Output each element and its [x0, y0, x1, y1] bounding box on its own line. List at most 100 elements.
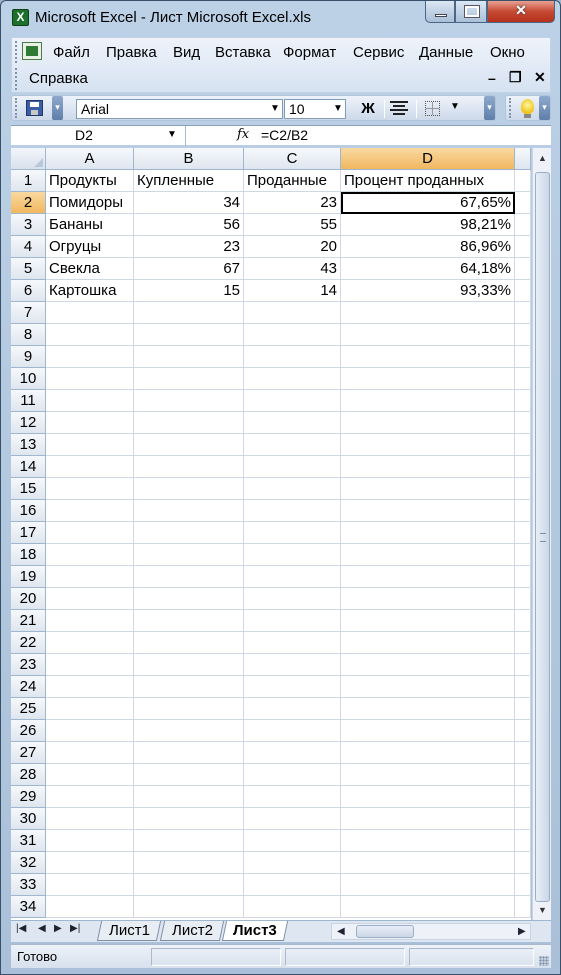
cell-d22[interactable] [341, 632, 515, 654]
row-header-6[interactable]: 6 [11, 280, 46, 302]
cell-d27[interactable] [341, 742, 515, 764]
cell-b17[interactable] [134, 522, 244, 544]
cell-d33[interactable] [341, 874, 515, 896]
row-header-20[interactable]: 20 [11, 588, 46, 610]
row-header-24[interactable]: 24 [11, 676, 46, 698]
cell-e19[interactable] [515, 566, 531, 588]
cell-a1[interactable]: Продукты [46, 170, 134, 192]
worksheet-grid[interactable]: A B C D 1 Продукты Купленные Проданные Процент п… [11, 148, 531, 920]
cell-a12[interactable] [46, 412, 134, 434]
cell-b1[interactable]: Купленные [134, 170, 244, 192]
row-header-26[interactable]: 26 [11, 720, 46, 742]
cell-e11[interactable] [515, 390, 531, 412]
cell-d31[interactable] [341, 830, 515, 852]
cell-c20[interactable] [244, 588, 341, 610]
row-header-27[interactable]: 27 [11, 742, 46, 764]
cell-c27[interactable] [244, 742, 341, 764]
cell-e26[interactable] [515, 720, 531, 742]
cell-e23[interactable] [515, 654, 531, 676]
cell-b23[interactable] [134, 654, 244, 676]
cell-a15[interactable] [46, 478, 134, 500]
menu-edit[interactable]: Правка [106, 44, 157, 61]
cell-e10[interactable] [515, 368, 531, 390]
row-header-31[interactable]: 31 [11, 830, 46, 852]
cell-c9[interactable] [244, 346, 341, 368]
scroll-left-icon[interactable]: ◀ [337, 926, 345, 937]
cell-a9[interactable] [46, 346, 134, 368]
cell-e4[interactable] [515, 236, 531, 258]
cell-c34[interactable] [244, 896, 341, 918]
lightbulb-icon[interactable] [521, 99, 534, 118]
menu-file[interactable]: Файл [53, 44, 90, 61]
cell-a18[interactable] [46, 544, 134, 566]
chevron-down-icon[interactable]: ▼ [167, 129, 177, 140]
cell-e29[interactable] [515, 786, 531, 808]
cell-d32[interactable] [341, 852, 515, 874]
name-box[interactable]: D2 ▼ [11, 126, 186, 146]
cell-b16[interactable] [134, 500, 244, 522]
row-header-25[interactable]: 25 [11, 698, 46, 720]
cell-c28[interactable] [244, 764, 341, 786]
cell-e6[interactable] [515, 280, 531, 302]
cell-d8[interactable] [341, 324, 515, 346]
cell-b29[interactable] [134, 786, 244, 808]
column-header-c[interactable]: C [244, 148, 341, 170]
chevron-down-icon[interactable]: ▼ [331, 100, 345, 118]
cell-b24[interactable] [134, 676, 244, 698]
cell-a24[interactable] [46, 676, 134, 698]
menu-data[interactable]: Данные [419, 44, 473, 61]
column-header-e[interactable] [515, 148, 531, 170]
menu-grip[interactable] [15, 41, 18, 63]
borders-icon[interactable] [425, 101, 440, 116]
cell-b15[interactable] [134, 478, 244, 500]
row-header-15[interactable]: 15 [11, 478, 46, 500]
row-header-1[interactable]: 1 [11, 170, 46, 192]
scroll-up-icon[interactable]: ▲ [534, 150, 551, 166]
row-header-16[interactable]: 16 [11, 500, 46, 522]
prev-sheet-icon[interactable]: ◀ [38, 923, 46, 934]
workbook-restore-button[interactable]: ❐ [509, 69, 522, 86]
cell-e34[interactable] [515, 896, 531, 918]
row-header-32[interactable]: 32 [11, 852, 46, 874]
cell-c30[interactable] [244, 808, 341, 830]
cell-a32[interactable] [46, 852, 134, 874]
font-size-combo[interactable]: 10 ▼ [284, 99, 346, 119]
row-header-10[interactable]: 10 [11, 368, 46, 390]
cell-e8[interactable] [515, 324, 531, 346]
row-header-19[interactable]: 19 [11, 566, 46, 588]
horizontal-scroll-thumb[interactable] [356, 925, 414, 938]
scroll-right-icon[interactable]: ▶ [518, 926, 526, 937]
cell-b13[interactable] [134, 434, 244, 456]
cell-d2[interactable]: 67,65% [341, 192, 515, 214]
cell-d5[interactable]: 64,18% [341, 258, 515, 280]
cell-e20[interactable] [515, 588, 531, 610]
row-header-28[interactable]: 28 [11, 764, 46, 786]
cell-c24[interactable] [244, 676, 341, 698]
cell-c25[interactable] [244, 698, 341, 720]
cell-a17[interactable] [46, 522, 134, 544]
cell-a10[interactable] [46, 368, 134, 390]
cell-c14[interactable] [244, 456, 341, 478]
toolbar-grip[interactable] [15, 98, 18, 118]
cell-d34[interactable] [341, 896, 515, 918]
sheet-tab-1[interactable]: Лист1 [96, 921, 162, 941]
row-header-3[interactable]: 3 [11, 214, 46, 236]
toolbar-options-chevron-icon[interactable]: ▾ [52, 96, 63, 120]
row-header-30[interactable]: 30 [11, 808, 46, 830]
column-header-d[interactable]: D [341, 148, 515, 170]
cell-b20[interactable] [134, 588, 244, 610]
cell-e27[interactable] [515, 742, 531, 764]
cell-c21[interactable] [244, 610, 341, 632]
cell-c6[interactable]: 14 [244, 280, 341, 302]
toolbar-grip[interactable] [509, 98, 512, 118]
cell-e21[interactable] [515, 610, 531, 632]
cell-d11[interactable] [341, 390, 515, 412]
chevron-down-icon[interactable]: ▼ [268, 100, 282, 118]
cell-d16[interactable] [341, 500, 515, 522]
cell-d3[interactable]: 98,21% [341, 214, 515, 236]
row-header-9[interactable]: 9 [11, 346, 46, 368]
cell-c2[interactable]: 23 [244, 192, 341, 214]
cell-b4[interactable]: 23 [134, 236, 244, 258]
cell-d17[interactable] [341, 522, 515, 544]
cell-a3[interactable]: Бананы [46, 214, 134, 236]
